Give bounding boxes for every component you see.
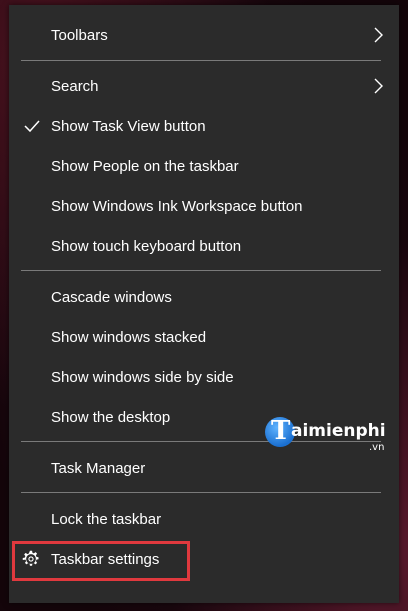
menu-item-label: Show Windows Ink Workspace button (51, 197, 303, 215)
menu-item-show-task-view-button[interactable]: Show Task View button (9, 106, 399, 146)
menu-separator (21, 492, 381, 493)
menu-item-cascade-windows[interactable]: Cascade windows (9, 277, 399, 317)
menu-item-show-touch-keyboard[interactable]: Show touch keyboard button (9, 226, 399, 266)
menu-item-label: Task Manager (51, 459, 146, 477)
menu-item-show-windows-ink[interactable]: Show Windows Ink Workspace button (9, 186, 399, 226)
menu-item-label: Show touch keyboard button (51, 237, 242, 255)
menu-item-toolbars[interactable]: Toolbars (9, 15, 399, 55)
menu-item-label: Toolbars (51, 26, 108, 44)
chevron-right-icon (374, 78, 383, 94)
menu-item-label: Cascade windows (51, 288, 172, 306)
watermark-letter: T (271, 416, 291, 446)
menu-item-show-windows-side-by-side[interactable]: Show windows side by side (9, 357, 399, 397)
menu-item-label: Search (51, 77, 99, 95)
menu-item-show-windows-stacked[interactable]: Show windows stacked (9, 317, 399, 357)
chevron-right-icon (374, 27, 383, 43)
taskbar-context-menu: Toolbars Search Show Task View button Sh… (9, 5, 399, 603)
menu-item-label: Show Task View button (51, 117, 206, 135)
menu-item-label: Lock the taskbar (51, 510, 162, 528)
watermark-logo: T aimienphi .vn (265, 415, 405, 459)
menu-separator (21, 60, 381, 61)
menu-item-show-people[interactable]: Show People on the taskbar (9, 146, 399, 186)
menu-item-label: Show windows stacked (51, 328, 207, 346)
menu-separator (21, 270, 381, 271)
watermark-suffix: .vn (369, 442, 385, 453)
menu-item-label: Show People on the taskbar (51, 157, 239, 175)
watermark-brand: aimienphi (291, 421, 386, 441)
menu-item-label: Show windows side by side (51, 368, 234, 386)
menu-item-lock-the-taskbar[interactable]: Lock the taskbar (9, 499, 399, 539)
menu-item-search[interactable]: Search (9, 66, 399, 106)
menu-item-label: Show the desktop (51, 408, 171, 426)
checkmark-icon (24, 120, 40, 133)
highlight-box (12, 541, 190, 581)
